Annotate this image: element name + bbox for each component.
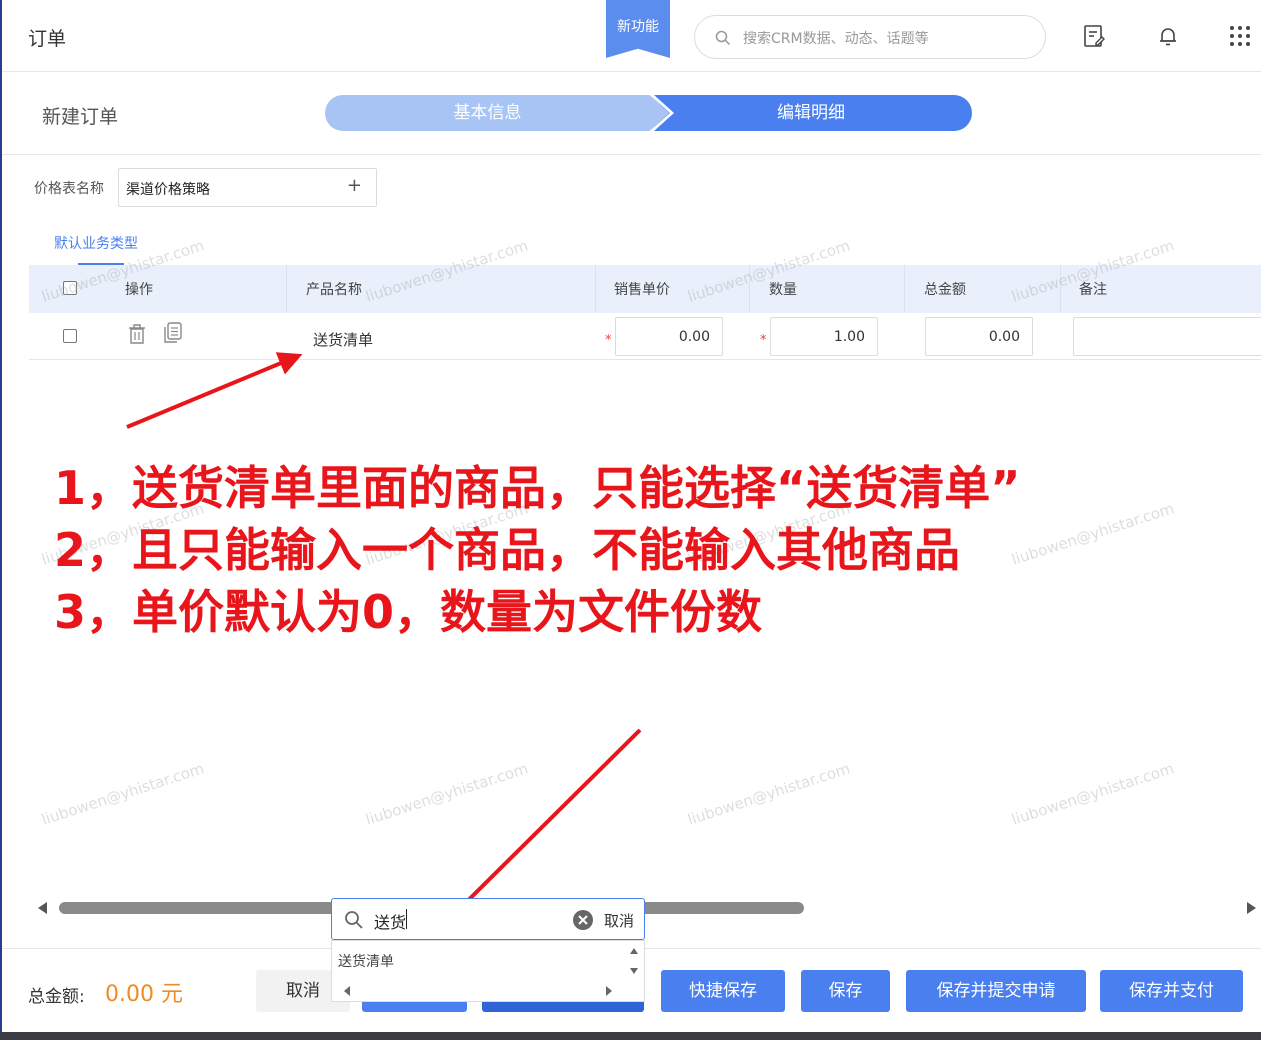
scroll-up-arrow[interactable]	[629, 946, 639, 956]
save-and-submit-button[interactable]: 保存并提交申请	[906, 970, 1086, 1012]
total-amount-label: 总金额:	[28, 987, 85, 1007]
annotation-arrows	[126, 352, 642, 954]
scroll-left-arrow[interactable]	[342, 985, 352, 997]
total-amount-value: 0.00 元	[105, 982, 183, 1007]
product-search-results: 送货清单	[331, 940, 645, 1002]
scroll-right-arrow[interactable]	[1247, 902, 1256, 914]
save-and-pay-button[interactable]: 保存并支付	[1100, 970, 1243, 1012]
scroll-down-arrow[interactable]	[629, 966, 639, 976]
arrow-to-product-name	[126, 352, 303, 429]
quick-save-button[interactable]: 快捷保存	[661, 970, 785, 1012]
window-bottom-border	[0, 1032, 1261, 1040]
search-icon	[345, 911, 363, 929]
product-search-input[interactable]: 送货 取消	[331, 898, 645, 940]
scroll-left-arrow[interactable]	[38, 902, 47, 914]
text-caret	[406, 909, 407, 929]
search-cancel-button[interactable]: 取消	[604, 910, 634, 931]
save-button[interactable]: 保存	[801, 970, 890, 1012]
search-result-item[interactable]: 送货清单	[338, 951, 394, 971]
scroll-right-arrow[interactable]	[604, 985, 614, 997]
clear-icon[interactable]	[572, 909, 594, 931]
product-search-value: 送货	[374, 913, 407, 932]
